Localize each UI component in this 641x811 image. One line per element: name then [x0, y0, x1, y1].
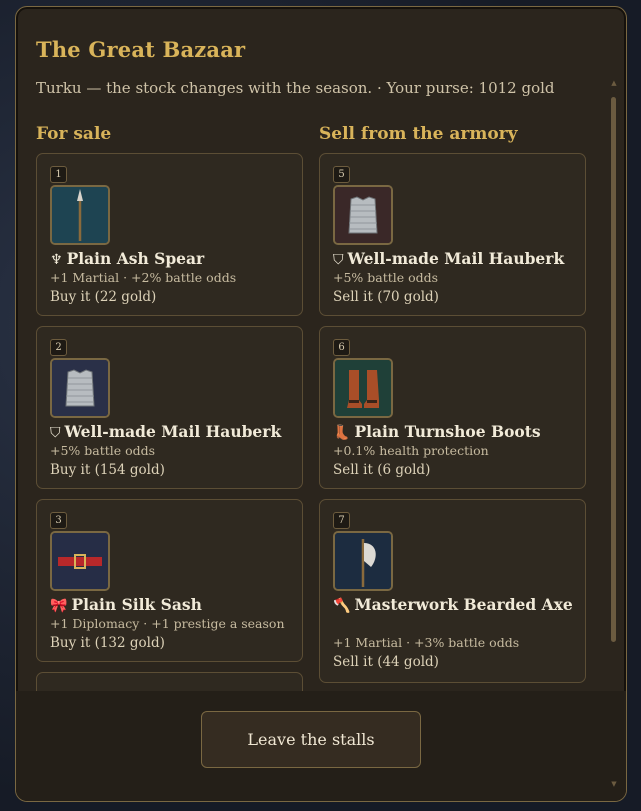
item-number-badge: 1: [50, 166, 67, 183]
item-stats: +5% battle odds: [50, 443, 156, 458]
scrollbar-thumb[interactable]: [611, 97, 616, 642]
item-number-badge: 3: [50, 512, 67, 529]
item-name: 🪓 Masterwork Bearded Axe: [333, 595, 577, 616]
item-stats: +0.1% health protection: [333, 443, 489, 458]
shield-icon: ⛉: [333, 252, 344, 268]
sell-price[interactable]: Sell it (6 gold): [333, 462, 430, 478]
item-number-badge: 5: [333, 166, 350, 183]
buy-item-card-1[interactable]: 1 ♆ Plain Ash Spear +1 Martial · +2% batt…: [36, 153, 303, 316]
axe-item-image: [333, 531, 393, 591]
item-name: 👢 Plain Turnshoe Boots: [333, 422, 577, 443]
item-stats: +1 Diplomacy · +1 prestige a season: [50, 616, 285, 631]
shield-icon: ⛉: [50, 425, 61, 441]
item-name-text: Well-made Mail Hauberk: [347, 249, 565, 268]
ribbon-icon: 🎀: [50, 598, 68, 614]
trident-icon: ♆: [50, 252, 63, 268]
buy-item-card-2[interactable]: 2 ⛉ Well-made Mail Hauberk +5% battle odd…: [36, 326, 303, 489]
item-name: ♆ Plain Ash Spear: [50, 249, 294, 270]
mail-hauberk-item-image: [333, 185, 393, 245]
item-name-text: Plain Ash Spear: [66, 249, 205, 268]
item-stats: +1 Martial · +3% battle odds: [333, 635, 520, 650]
item-number-badge: 6: [333, 339, 350, 356]
item-name-text: Well-made Mail Hauberk: [64, 422, 282, 441]
sell-price[interactable]: Sell it (70 gold): [333, 289, 439, 305]
buy-item-card-3[interactable]: 3 🎀 Plain Silk Sash +1 Diplomacy · +1 pre…: [36, 499, 303, 662]
scroll-up-icon[interactable]: ▲: [610, 79, 618, 87]
axe-icon: 🪓: [333, 598, 351, 614]
leave-stalls-button[interactable]: Leave the stalls: [201, 711, 421, 768]
sell-armory-heading: Sell from the armory: [319, 124, 518, 144]
boots-item-image: [333, 358, 393, 418]
sell-item-card-5[interactable]: 5 ⛉ Well-made Mail Hauberk +5% battle odd…: [319, 153, 586, 316]
item-number-badge: 7: [333, 512, 350, 529]
scrollbar[interactable]: ▲ ▼: [610, 79, 618, 788]
item-name-text: Plain Silk Sash: [71, 595, 202, 614]
item-name-text: Plain Turnshoe Boots: [354, 422, 541, 441]
mail-hauberk-item-image: [50, 358, 110, 418]
buy-price[interactable]: Buy it (154 gold): [50, 462, 165, 478]
item-stats: +5% battle odds: [333, 270, 439, 285]
buy-price[interactable]: Buy it (132 gold): [50, 635, 165, 651]
boot-icon: 👢: [333, 425, 351, 441]
silk-sash-item-image: [50, 531, 110, 591]
spear-item-image: [50, 185, 110, 245]
buy-price[interactable]: Buy it (22 gold): [50, 289, 156, 305]
item-name: ⛉ Well-made Mail Hauberk: [50, 422, 294, 443]
bazaar-dialog: The Great Bazaar Turku — the stock chang…: [15, 6, 627, 802]
item-name-text: Masterwork Bearded Axe: [354, 595, 573, 614]
item-name: 🎀 Plain Silk Sash: [50, 595, 294, 616]
for-sale-heading: For sale: [36, 124, 112, 144]
dialog-title: The Great Bazaar: [36, 37, 246, 62]
item-name: ⛉ Well-made Mail Hauberk: [333, 249, 577, 270]
dialog-subtitle: Turku — the stock changes with the seaso…: [36, 79, 555, 97]
sell-item-card-6[interactable]: 6 👢 Plain Turnshoe Boots +0.1% health pro…: [319, 326, 586, 489]
sell-price[interactable]: Sell it (44 gold): [333, 654, 439, 670]
sell-item-card-7[interactable]: 7 🪓 Masterwork Bearded Axe +1 Martial · +…: [319, 499, 586, 683]
item-stats: +1 Martial · +2% battle odds: [50, 270, 237, 285]
scroll-down-icon[interactable]: ▼: [610, 780, 618, 788]
item-number-badge: 2: [50, 339, 67, 356]
